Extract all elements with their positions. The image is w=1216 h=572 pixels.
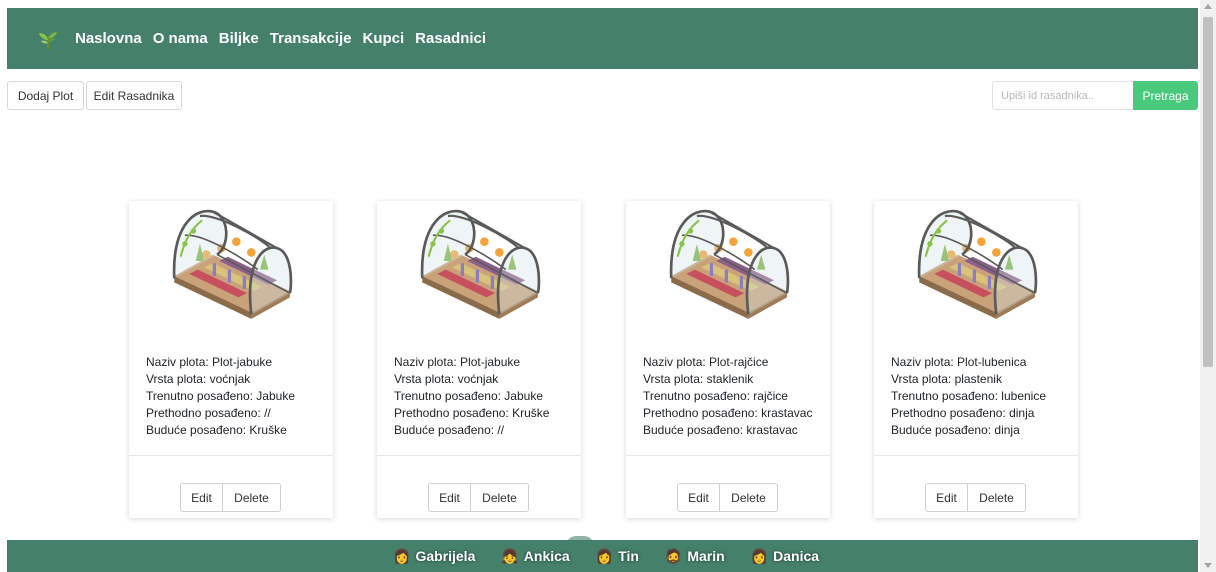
footer: 👩 Gabrijela 👧 Ankica 👩 Tin 🧔 Marin 👩 Dan…: [7, 540, 1198, 572]
plot-info: Naziv plota: Plot-lubenica Vrsta plota: …: [891, 354, 1046, 439]
team-member-name: Danica: [773, 548, 820, 564]
nav-link-biljke[interactable]: Biljke: [219, 30, 259, 47]
card-footer: Edit Delete: [377, 455, 581, 518]
delete-button[interactable]: Delete: [968, 483, 1026, 512]
greenhouse-icon: [669, 209, 790, 321]
plot-type: Vrsta plota: voćnjak: [394, 372, 499, 386]
plot-current: Trenutno posađeno: rajčice: [643, 389, 788, 403]
person-icon: 👩: [595, 548, 614, 564]
plot-name: Naziv plota: Plot-jabuke: [146, 355, 273, 369]
plot-name: Naziv plota: Plot-lubenica: [891, 355, 1027, 369]
edit-button[interactable]: Edit: [925, 483, 968, 512]
person-icon: 👩: [750, 548, 769, 564]
team-member-name: Marin: [687, 548, 725, 564]
add-plot-button[interactable]: Dodaj Plot: [7, 81, 84, 110]
team-member: 👩 Tin: [596, 548, 639, 564]
edit-button[interactable]: Edit: [677, 483, 720, 512]
sprout-icon[interactable]: [35, 26, 61, 52]
plot-card: Naziv plota: Plot-jabuke Vrsta plota: vo…: [377, 201, 581, 518]
plot-future: Buduće posađeno: dinja: [891, 423, 1020, 437]
plot-name: Naziv plota: Plot-jabuke: [394, 355, 521, 369]
person-icon: 👩: [393, 548, 411, 564]
plot-previous: Prethodno posađeno: krastavac: [643, 406, 813, 420]
greenhouse-icon: [172, 209, 293, 321]
nav-link-o-nama[interactable]: O nama: [153, 30, 208, 47]
plot-type: Vrsta plota: plastenik: [891, 372, 1002, 386]
scroll-up-icon[interactable]: [1204, 4, 1212, 9]
edit-nursery-button[interactable]: Edit Rasadnika: [86, 81, 182, 110]
greenhouse-icon: [420, 209, 541, 321]
plot-type: Vrsta plota: staklenik: [643, 372, 754, 386]
scroll-down-icon[interactable]: [1204, 563, 1212, 568]
plot-previous: Prethodno posađeno: dinja: [891, 406, 1035, 420]
person-icon: 👧: [501, 548, 519, 564]
team-member: 🧔 Marin: [665, 548, 725, 564]
edit-button[interactable]: Edit: [428, 483, 471, 512]
plot-info: Naziv plota: Plot-jabuke Vrsta plota: vo…: [394, 354, 549, 439]
plot-card: Naziv plota: Plot-lubenica Vrsta plota: …: [874, 201, 1078, 518]
team-member: 👩 Gabrijela: [393, 548, 475, 564]
card-footer: Edit Delete: [626, 455, 830, 518]
team-member: 👧 Ankica: [501, 548, 569, 564]
delete-button[interactable]: Delete: [471, 483, 529, 512]
plot-future: Buduće posađeno: krastavac: [643, 423, 798, 437]
greenhouse-icon: [917, 209, 1038, 321]
edit-button[interactable]: Edit: [180, 483, 223, 512]
plot-type: Vrsta plota: voćnjak: [146, 372, 251, 386]
nav-link-naslovna[interactable]: Naslovna: [75, 30, 142, 47]
plot-future: Buduće posađeno: //: [394, 423, 505, 437]
nav-link-kupci[interactable]: Kupci: [363, 30, 405, 47]
person-icon: 🧔: [664, 548, 683, 564]
card-actions: Edit Delete: [925, 483, 1026, 512]
card-actions: Edit Delete: [180, 483, 281, 512]
plot-previous: Prethodno posađeno: //: [146, 406, 271, 420]
card-footer: Edit Delete: [874, 455, 1078, 518]
nav-link-rasadnici[interactable]: Rasadnici: [415, 30, 486, 47]
plot-info: Naziv plota: Plot-rajčice Vrsta plota: s…: [643, 354, 812, 439]
plot-previous: Prethodno posađeno: Kruške: [394, 406, 550, 420]
top-strip: [0, 0, 1200, 8]
plot-current: Trenutno posađeno: Jabuke: [146, 389, 295, 403]
plot-info: Naziv plota: Plot-jabuke Vrsta plota: vo…: [146, 354, 295, 439]
vertical-scrollbar[interactable]: [1200, 0, 1216, 572]
plot-future: Buduće posađeno: Kruške: [146, 423, 287, 437]
plot-card: Naziv plota: Plot-rajčice Vrsta plota: s…: [626, 201, 830, 518]
nav-link-transakcije[interactable]: Transakcije: [270, 30, 352, 47]
plot-card: Naziv plota: Plot-jabuke Vrsta plota: vo…: [129, 201, 333, 518]
scroll-thumb[interactable]: [1203, 17, 1213, 367]
delete-button[interactable]: Delete: [223, 483, 281, 512]
card-actions: Edit Delete: [428, 483, 529, 512]
card-actions: Edit Delete: [677, 483, 778, 512]
team-member-name: Gabrijela: [415, 548, 476, 564]
navbar: Naslovna O nama Biljke Transakcije Kupci…: [7, 8, 1198, 69]
card-footer: Edit Delete: [129, 455, 333, 518]
search-button[interactable]: Pretraga: [1133, 81, 1198, 110]
team-member: 👩 Danica: [751, 548, 819, 564]
team-member-name: Ankica: [523, 548, 570, 564]
plot-name: Naziv plota: Plot-rajčice: [643, 355, 769, 369]
team-member-name: Tin: [618, 548, 639, 564]
plot-current: Trenutno posađeno: lubenice: [891, 389, 1047, 403]
delete-button[interactable]: Delete: [720, 483, 778, 512]
search-input[interactable]: [992, 81, 1133, 110]
plot-current: Trenutno posađeno: Jabuke: [394, 389, 543, 403]
